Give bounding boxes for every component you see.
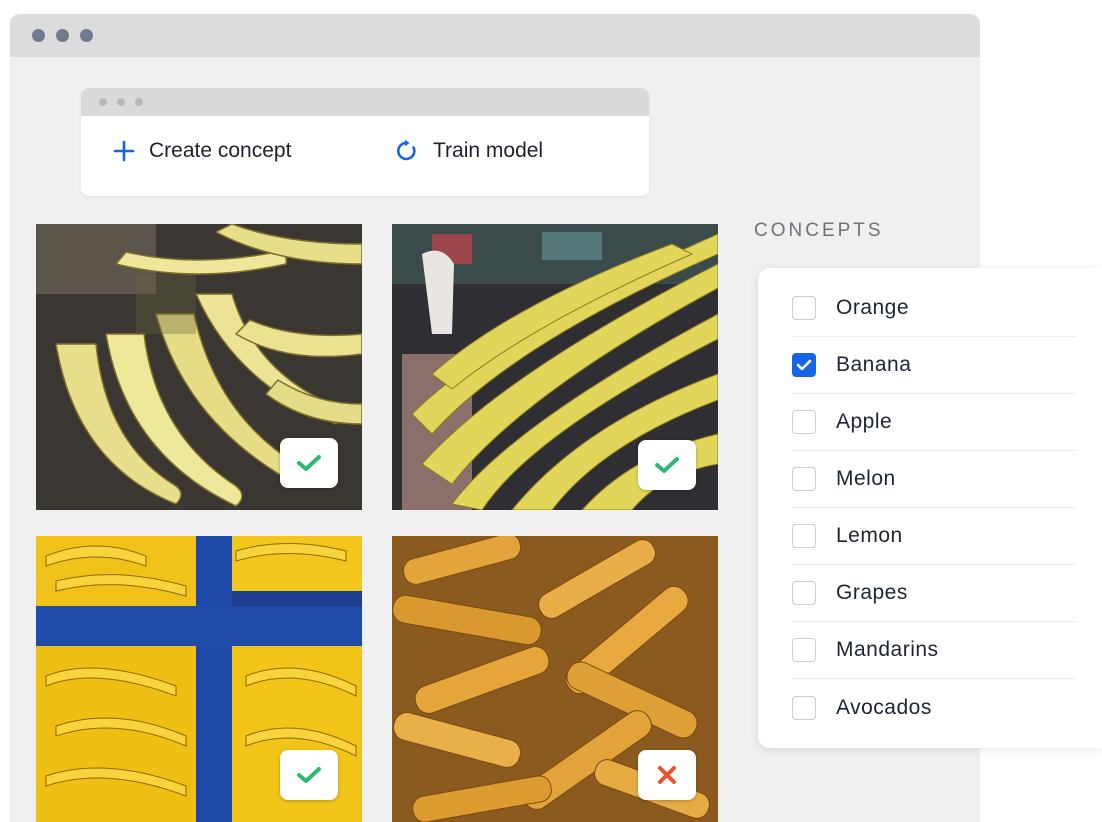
check-icon	[796, 359, 812, 371]
window-dot-icon[interactable]	[56, 29, 69, 42]
toolbar-titlebar	[81, 88, 649, 116]
image-tile[interactable]	[392, 224, 718, 510]
image-tile[interactable]	[36, 224, 362, 510]
train-model-label: Train model	[433, 139, 544, 162]
checkbox[interactable]	[792, 524, 816, 548]
window-dot-icon[interactable]	[80, 29, 93, 42]
checkbox[interactable]	[792, 581, 816, 605]
checkbox[interactable]	[792, 296, 816, 320]
concept-label: Grapes	[836, 581, 908, 604]
image-tile[interactable]	[392, 536, 718, 822]
checkbox[interactable]	[792, 467, 816, 491]
concept-label: Lemon	[836, 524, 903, 547]
mini-dot-icon	[99, 98, 107, 106]
refresh-icon	[395, 139, 419, 163]
accepted-badge[interactable]	[638, 440, 696, 490]
concepts-heading: CONCEPTS	[754, 220, 884, 241]
window-titlebar	[10, 14, 980, 57]
check-icon	[655, 457, 679, 473]
concept-item-lemon[interactable]: Lemon	[792, 508, 1076, 565]
mini-dot-icon	[117, 98, 125, 106]
check-icon	[297, 767, 321, 783]
plus-icon	[113, 140, 135, 162]
toolbar-card: Create concept Train model	[81, 88, 649, 196]
checkbox[interactable]	[792, 695, 816, 720]
create-concept-button[interactable]: Create concept	[113, 136, 291, 166]
checkbox-checked[interactable]	[792, 353, 816, 377]
concept-item-apple[interactable]: Apple	[792, 394, 1076, 451]
concept-label: Melon	[836, 467, 896, 490]
checkbox[interactable]	[792, 638, 816, 662]
check-icon	[297, 455, 321, 471]
concept-label: Avocados	[836, 695, 932, 719]
x-icon	[658, 766, 676, 784]
concept-label: Banana	[836, 353, 912, 376]
image-tile[interactable]	[36, 536, 362, 822]
create-concept-label: Create concept	[149, 139, 292, 162]
concepts-panel: Orange Banana Apple Melon Lemon Grapes M…	[758, 268, 1102, 748]
mini-dot-icon	[135, 98, 143, 106]
concept-label: Orange	[836, 296, 910, 319]
concept-item-grapes[interactable]: Grapes	[792, 565, 1076, 622]
concept-item-banana[interactable]: Banana	[792, 337, 1076, 394]
concept-item-mandarins[interactable]: Mandarins	[792, 622, 1076, 679]
concept-item-orange[interactable]: Orange	[792, 280, 1076, 337]
concept-label: Apple	[836, 410, 893, 433]
window-dot-icon[interactable]	[32, 29, 45, 42]
checkbox[interactable]	[792, 410, 816, 434]
rejected-badge[interactable]	[638, 750, 696, 800]
accepted-badge[interactable]	[280, 750, 338, 800]
train-model-button[interactable]: Train model	[395, 136, 543, 166]
concept-item-melon[interactable]: Melon	[792, 451, 1076, 508]
concept-item-avocados[interactable]: Avocados	[792, 679, 1076, 736]
accepted-badge[interactable]	[280, 438, 338, 488]
concept-label: Mandarins	[836, 638, 939, 661]
